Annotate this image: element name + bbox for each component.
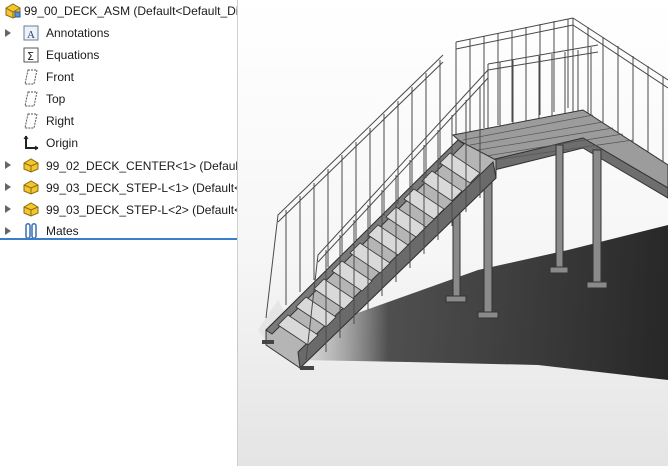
tree-root-label: 99_00_DECK_ASM (Default<Default_Disp xyxy=(24,4,237,18)
tree-item-label: Front xyxy=(46,70,75,84)
tree-item-annotations[interactable]: A Annotations xyxy=(0,22,237,44)
tree-item-origin[interactable]: Origin xyxy=(0,132,237,154)
tree-item-label: 99_03_DECK_STEP-L<2> (Default<マシ xyxy=(46,202,237,217)
tree-item-label: Top xyxy=(46,92,66,106)
annotations-icon: A xyxy=(22,24,40,42)
assembly-icon xyxy=(4,2,22,20)
tree-item-deck-step-l-1[interactable]: 99_03_DECK_STEP-L<1> (Default<マシ xyxy=(0,176,237,198)
tree-item-label: 99_03_DECK_STEP-L<1> (Default<マシ xyxy=(46,180,237,195)
expand-arrow-icon[interactable] xyxy=(3,160,13,170)
tree-item-right-plane[interactable]: Right xyxy=(0,110,237,132)
graphics-area[interactable] xyxy=(238,0,668,466)
tree-item-equations[interactable]: Σ Equations xyxy=(0,44,237,66)
tree-item-label: Equations xyxy=(46,48,100,62)
expand-arrow-icon[interactable] xyxy=(3,204,13,214)
equations-icon: Σ xyxy=(22,46,40,64)
expand-arrow-icon[interactable] xyxy=(3,226,13,236)
stair-model-render xyxy=(238,0,668,466)
tree-item-label: Annotations xyxy=(46,26,110,40)
expand-arrow-icon[interactable] xyxy=(3,28,13,38)
tree-item-label: Mates xyxy=(46,224,79,238)
tree-root-assembly[interactable]: 99_00_DECK_ASM (Default<Default_Disp xyxy=(0,0,237,22)
plane-icon xyxy=(22,112,40,130)
tree-item-front-plane[interactable]: Front xyxy=(0,66,237,88)
svg-text:A: A xyxy=(27,29,35,41)
plane-icon xyxy=(22,68,40,86)
tree-item-deck-center[interactable]: 99_02_DECK_CENTER<1> (Default<マ xyxy=(0,154,237,176)
tree-item-deck-step-l-2[interactable]: 99_03_DECK_STEP-L<2> (Default<マシ xyxy=(0,198,237,220)
tree-item-top-plane[interactable]: Top xyxy=(0,88,237,110)
plane-icon xyxy=(22,90,40,108)
tree-item-label: 99_02_DECK_CENTER<1> (Default<マ xyxy=(46,158,237,173)
expand-arrow-icon[interactable] xyxy=(3,182,13,192)
tree-item-label: Right xyxy=(46,114,75,128)
part-icon xyxy=(22,178,40,196)
part-icon xyxy=(22,156,40,174)
feature-manager-tree: 99_00_DECK_ASM (Default<Default_Disp A A… xyxy=(0,0,237,466)
origin-icon xyxy=(22,134,40,152)
tree-end-separator xyxy=(0,238,237,240)
svg-text:Σ: Σ xyxy=(27,50,34,63)
tree-item-label: Origin xyxy=(46,136,79,150)
part-icon xyxy=(22,200,40,218)
